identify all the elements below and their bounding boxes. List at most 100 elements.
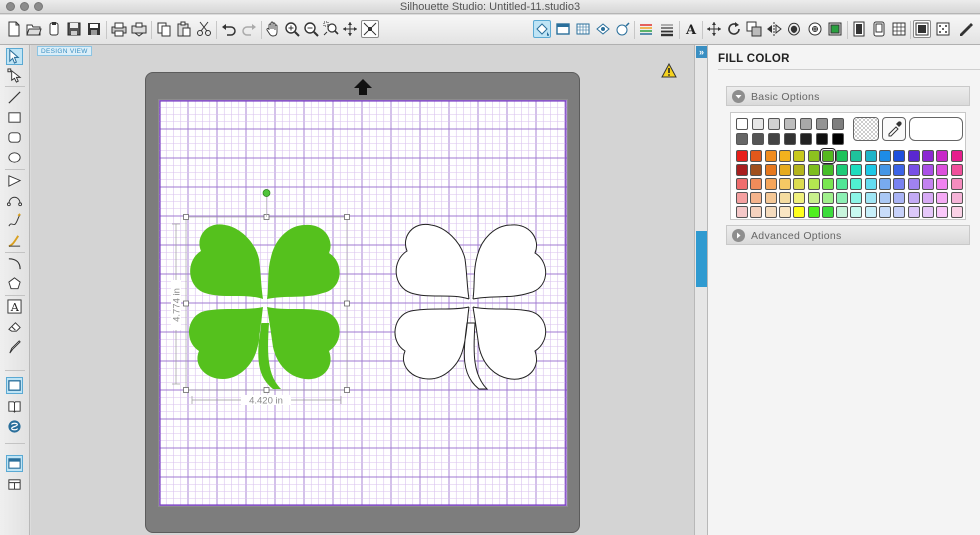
- color-swatch[interactable]: [807, 192, 820, 204]
- design-view-icon[interactable]: [6, 377, 23, 394]
- color-swatch[interactable]: [893, 178, 906, 190]
- color-swatch[interactable]: [879, 206, 891, 218]
- color-swatch[interactable]: [850, 206, 863, 218]
- gray-swatch[interactable]: [752, 118, 764, 130]
- color-swatch[interactable]: [893, 150, 906, 162]
- color-swatch[interactable]: [807, 178, 820, 190]
- text-tool-icon[interactable]: A: [6, 298, 23, 315]
- regular-polygon-icon[interactable]: [6, 275, 23, 292]
- resize-handle[interactable]: [183, 214, 189, 220]
- color-swatch[interactable]: [764, 150, 777, 162]
- gray-swatch[interactable]: [736, 133, 748, 145]
- color-swatch[interactable]: [936, 150, 949, 162]
- color-swatch[interactable]: [778, 164, 791, 176]
- point-edit-icon[interactable]: [6, 67, 23, 84]
- offset-icon[interactable]: [785, 20, 803, 38]
- pan-icon[interactable]: [264, 20, 282, 38]
- split-view-icon[interactable]: [6, 476, 23, 493]
- color-swatch[interactable]: [950, 192, 963, 204]
- curve-icon[interactable]: [6, 192, 23, 209]
- ellipse-icon[interactable]: [6, 149, 23, 166]
- green-shamrock[interactable]: [188, 224, 340, 389]
- gray-swatch[interactable]: [832, 133, 844, 145]
- color-swatch[interactable]: [820, 149, 835, 163]
- gray-swatch[interactable]: [800, 133, 812, 145]
- gray-swatch[interactable]: [800, 118, 812, 130]
- color-swatch[interactable]: [893, 192, 906, 204]
- design-canvas[interactable]: 4.420 in 4.774 in: [159, 100, 567, 506]
- color-swatch[interactable]: [793, 150, 806, 162]
- color-swatch[interactable]: [850, 150, 863, 162]
- panel-scrollbar-thumb[interactable]: [696, 231, 707, 287]
- gray-swatch[interactable]: [816, 118, 828, 130]
- smooth-freehand-icon[interactable]: [6, 232, 23, 249]
- gray-swatch[interactable]: [752, 133, 764, 145]
- color-swatch[interactable]: [836, 206, 849, 218]
- color-swatch[interactable]: [850, 178, 863, 190]
- registration-marks-icon[interactable]: [934, 20, 952, 38]
- color-swatch[interactable]: [936, 178, 949, 190]
- color-swatch[interactable]: [836, 178, 849, 190]
- fit-to-page-icon[interactable]: [361, 20, 379, 38]
- color-swatch[interactable]: [764, 192, 777, 204]
- advanced-options-header[interactable]: Advanced Options: [726, 225, 970, 245]
- color-swatch[interactable]: [778, 206, 791, 218]
- no-fill-swatch[interactable]: [853, 117, 879, 141]
- color-swatch[interactable]: [893, 206, 906, 218]
- gray-swatch[interactable]: [816, 133, 828, 145]
- color-swatch[interactable]: [836, 192, 849, 204]
- cut-settings-icon[interactable]: [913, 20, 931, 38]
- resize-handle[interactable]: [183, 300, 189, 307]
- color-swatch[interactable]: [864, 206, 877, 218]
- color-swatch[interactable]: [879, 150, 891, 162]
- color-swatch[interactable]: [750, 150, 763, 162]
- color-swatch[interactable]: [836, 150, 849, 162]
- gray-swatch[interactable]: [784, 118, 796, 130]
- rectangle-icon[interactable]: [6, 109, 23, 126]
- color-swatch[interactable]: [793, 192, 806, 204]
- color-swatch[interactable]: [850, 164, 863, 176]
- color-swatch[interactable]: [778, 178, 791, 190]
- color-swatch[interactable]: [807, 150, 820, 162]
- zoom-out-icon[interactable]: [302, 20, 320, 38]
- eyedropper-button[interactable]: [882, 117, 906, 141]
- rotation-handle[interactable]: [262, 189, 271, 197]
- color-swatch[interactable]: [793, 178, 806, 190]
- color-swatch[interactable]: [950, 206, 963, 218]
- page-view-icon[interactable]: [6, 455, 23, 472]
- undo-icon[interactable]: [220, 20, 238, 38]
- fill-gradient-icon[interactable]: [594, 20, 612, 38]
- color-swatch[interactable]: [736, 150, 748, 162]
- color-swatch[interactable]: [936, 192, 949, 204]
- color-swatch[interactable]: [907, 150, 920, 162]
- eraser-icon[interactable]: [6, 318, 23, 335]
- gray-swatch[interactable]: [832, 118, 844, 130]
- color-swatch[interactable]: [950, 164, 963, 176]
- color-swatch[interactable]: [907, 178, 920, 190]
- color-swatch[interactable]: [821, 164, 834, 176]
- gray-swatch[interactable]: [768, 133, 780, 145]
- gray-swatch[interactable]: [736, 118, 748, 130]
- color-swatch[interactable]: [736, 164, 748, 176]
- zoom-drag-icon[interactable]: [341, 20, 359, 38]
- color-swatch[interactable]: [879, 178, 891, 190]
- resize-handle[interactable]: [183, 387, 189, 393]
- color-swatch[interactable]: [736, 206, 748, 218]
- arc-icon[interactable]: [6, 255, 23, 272]
- resize-handle[interactable]: [344, 300, 350, 307]
- cutting-area[interactable]: 4.420 in 4.774 in: [158, 99, 568, 507]
- modify-icon[interactable]: [745, 20, 763, 38]
- color-swatch[interactable]: [893, 164, 906, 176]
- collapse-panel-button[interactable]: »: [696, 46, 707, 58]
- new-document-icon[interactable]: [5, 20, 23, 38]
- freehand-icon[interactable]: [6, 212, 23, 229]
- line-style-icon[interactable]: [614, 20, 632, 38]
- color-swatch[interactable]: [850, 192, 863, 204]
- color-swatch[interactable]: [807, 164, 820, 176]
- color-swatch[interactable]: [879, 164, 891, 176]
- color-swatch[interactable]: [907, 206, 920, 218]
- color-swatch[interactable]: [907, 192, 920, 204]
- grid-icon[interactable]: [890, 20, 908, 38]
- line-icon[interactable]: [6, 89, 23, 106]
- save-selection-icon[interactable]: [85, 20, 103, 38]
